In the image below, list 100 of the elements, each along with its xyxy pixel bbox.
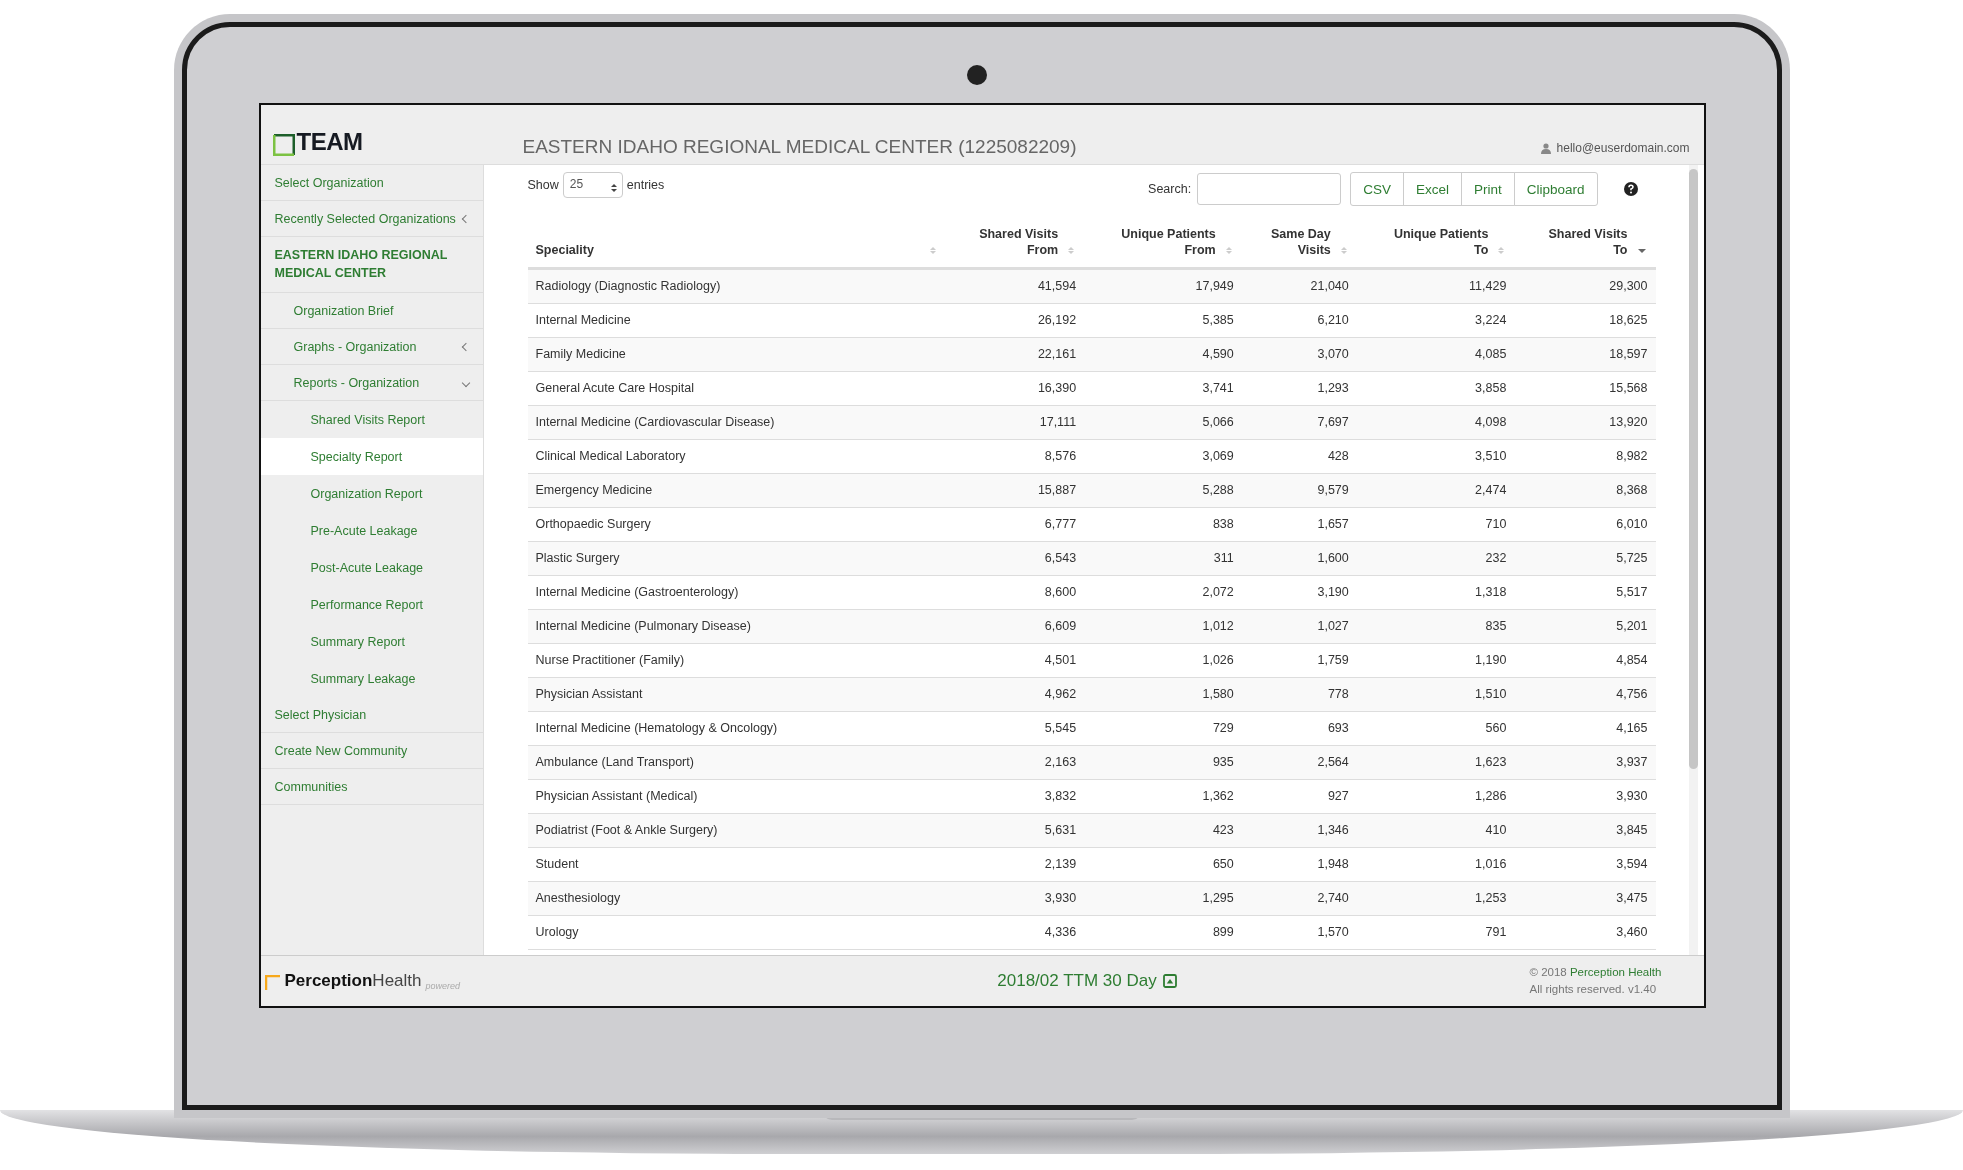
table-cell: Physician Assistant (Medical) <box>527 779 946 813</box>
table-cell: 8,576 <box>945 439 1085 473</box>
show-label: Show <box>527 178 559 192</box>
table-cell: 13,920 <box>1514 405 1656 439</box>
table-cell: 2,474 <box>1356 473 1515 507</box>
table-cell: 11,429 <box>1356 268 1515 303</box>
table-cell: 4,165 <box>1514 711 1656 745</box>
table-cell: 710 <box>1356 507 1515 541</box>
sidebar-item[interactable]: Organization Brief <box>260 293 483 329</box>
table-cell: 17,949 <box>1084 268 1242 303</box>
table-cell: 5,288 <box>1084 473 1242 507</box>
table-cell: 4,590 <box>1084 337 1242 371</box>
table-cell: 935 <box>1084 745 1242 779</box>
table-cell: 8,368 <box>1514 473 1656 507</box>
table-cell: 5,517 <box>1514 575 1656 609</box>
table-cell: 16,390 <box>945 371 1085 405</box>
table-cell: Nurse Practitioner (Family) <box>527 643 946 677</box>
table-cell: 1,027 <box>1241 609 1357 643</box>
sidebar-item[interactable]: Select Physician <box>260 697 483 733</box>
table-cell: 423 <box>1084 813 1242 847</box>
logo-icon <box>264 975 281 991</box>
table-cell: 1,570 <box>1241 915 1357 949</box>
table-cell: Internal Medicine <box>527 303 946 337</box>
table-cell: 6,210 <box>1241 303 1357 337</box>
table-cell: 3,475 <box>1514 881 1656 915</box>
table-cell: 18,625 <box>1514 303 1656 337</box>
table-cell: Radiology (Diagnostic Radiology) <box>527 268 946 303</box>
table-cell: 3,930 <box>945 881 1085 915</box>
table-cell: Ambulance (Land Transport) <box>527 745 946 779</box>
table-cell: 4,085 <box>1356 337 1515 371</box>
table-cell: General Acute Care Hospital <box>527 371 946 405</box>
sidebar-item[interactable]: Recently Selected Organizations <box>260 201 483 237</box>
table-cell: 428 <box>1241 439 1357 473</box>
table-cell: 1,016 <box>1356 847 1515 881</box>
sidebar-item[interactable]: Communities <box>260 769 483 805</box>
table-cell: Clinical Medical Laboratory <box>527 439 946 473</box>
table-cell: 311 <box>1084 541 1242 575</box>
entries-label: entries <box>626 178 665 192</box>
table-cell: 1,012 <box>1084 609 1242 643</box>
table-cell: 1,346 <box>1241 813 1357 847</box>
table-cell: 29,300 <box>1514 268 1656 303</box>
export-button[interactable]: Print <box>1460 172 1515 206</box>
sidebar-item[interactable]: Post-Acute Leakage <box>260 549 483 586</box>
sidebar-item[interactable]: Summary Report <box>260 623 483 660</box>
company-link[interactable]: Perception Health <box>1569 966 1662 979</box>
table-cell: 778 <box>1241 677 1357 711</box>
table-cell: 5,066 <box>1084 405 1242 439</box>
table-cell: Student <box>527 847 946 881</box>
page-size-select[interactable]: 25 <box>562 172 623 198</box>
table-cell: 3,858 <box>1356 371 1515 405</box>
logo-text: TEAM <box>296 128 363 156</box>
table-cell: 22,161 <box>945 337 1085 371</box>
table-cell: 232 <box>1356 541 1515 575</box>
sidebar-item[interactable]: EASTERN IDAHO REGIONAL MEDICAL CENTER <box>260 237 483 293</box>
sidebar-item[interactable]: Specialty Report <box>260 438 483 475</box>
table-cell: 835 <box>1356 609 1515 643</box>
user-email[interactable]: hello@euserdomain.com <box>1556 141 1690 155</box>
sidebar-item[interactable]: Create New Community <box>260 733 483 769</box>
table-cell: 1,948 <box>1241 847 1357 881</box>
sidebar-item[interactable]: Shared Visits Report <box>260 401 483 438</box>
table-cell: 6,543 <box>945 541 1085 575</box>
table-cell: 41,594 <box>945 268 1085 303</box>
table-cell: 8,600 <box>945 575 1085 609</box>
table-cell: 9,579 <box>1241 473 1357 507</box>
table-cell: 18,597 <box>1514 337 1656 371</box>
table-cell: 1,600 <box>1241 541 1357 575</box>
sidebar-item[interactable]: Organization Report <box>260 475 483 512</box>
table-cell: 6,010 <box>1514 507 1656 541</box>
table-cell: 4,501 <box>945 643 1085 677</box>
caret-up-icon[interactable] <box>1162 974 1177 988</box>
help-icon[interactable] <box>1623 182 1638 196</box>
sidebar-item[interactable]: Pre-Acute Leakage <box>260 512 483 549</box>
sidebar-item[interactable]: Select Organization <box>260 165 483 201</box>
table-cell: Internal Medicine (Gastroenterology) <box>527 575 946 609</box>
sidebar-item[interactable]: Reports - Organization <box>260 365 483 401</box>
table-cell: Plastic Surgery <box>527 541 946 575</box>
export-button[interactable]: Clipboard <box>1513 172 1598 206</box>
table-cell: 5,385 <box>1084 303 1242 337</box>
table-cell: 3,741 <box>1084 371 1242 405</box>
sidebar-item[interactable]: Graphs - Organization <box>260 329 483 365</box>
table-cell: 1,580 <box>1084 677 1242 711</box>
sidebar-item[interactable]: Summary Leakage <box>260 660 483 697</box>
export-button[interactable]: CSV <box>1350 172 1404 206</box>
table-cell: 693 <box>1241 711 1357 745</box>
table-cell: 17,111 <box>945 405 1085 439</box>
table-cell: 2,072 <box>1084 575 1242 609</box>
table-cell: 3,069 <box>1084 439 1242 473</box>
scrollbar[interactable] <box>1688 165 1698 955</box>
brand-tagline: powered <box>425 981 461 991</box>
table-cell: Family Medicine <box>527 337 946 371</box>
search-field[interactable] <box>1197 173 1342 205</box>
table-cell: Anesthesiology <box>527 881 946 915</box>
table-cell: 1,190 <box>1356 643 1515 677</box>
table-cell: 8,982 <box>1514 439 1656 473</box>
sidebar-item[interactable]: Performance Report <box>260 586 483 623</box>
table-cell: 791 <box>1356 915 1515 949</box>
table-cell: 5,631 <box>945 813 1085 847</box>
copyright-text: © 2018 <box>1529 966 1567 979</box>
export-button[interactable]: Excel <box>1402 172 1462 206</box>
table-cell: 650 <box>1084 847 1242 881</box>
